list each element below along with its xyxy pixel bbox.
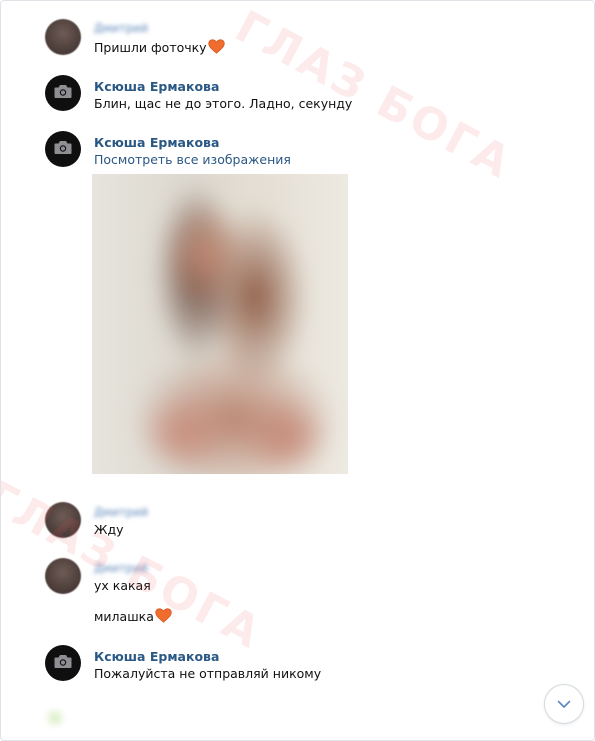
photo-attachment[interactable] — [92, 174, 348, 474]
message-text: Блин, щас не до этого. Ладно, секунду — [94, 96, 353, 111]
heart-icon — [155, 608, 172, 626]
message-author[interactable]: Дмитрий — [94, 561, 148, 575]
avatar[interactable] — [45, 502, 81, 538]
avatar[interactable] — [45, 19, 81, 55]
view-all-images-link[interactable]: Посмотреть все изображения — [94, 152, 291, 167]
decorative-blur — [43, 708, 67, 728]
message-text: Жду — [94, 522, 124, 537]
message-author[interactable]: Ксюша Ермакова — [94, 649, 219, 664]
camera-icon — [54, 140, 72, 158]
chevron-down-icon — [557, 697, 571, 712]
message-text: Пожалуйста не отправляй никому — [94, 666, 322, 681]
avatar[interactable] — [45, 75, 81, 111]
photo-image — [92, 174, 348, 474]
message-author[interactable]: Ксюша Ермакова — [94, 79, 219, 94]
message-text: Пришли фоточку — [94, 39, 225, 57]
scroll-down-button[interactable] — [544, 684, 584, 724]
avatar[interactable] — [45, 131, 81, 167]
message-author[interactable]: Дмитрий — [94, 505, 148, 519]
camera-icon — [54, 84, 72, 102]
message-text: ух какая — [94, 578, 151, 593]
avatar[interactable] — [45, 645, 81, 681]
chat-history: Дмитрий Пришли фоточку Ксюша Ермакова Бл… — [0, 0, 595, 741]
avatar[interactable] — [45, 558, 81, 594]
camera-icon — [54, 654, 72, 672]
heart-icon — [207, 39, 225, 57]
message-author[interactable]: Ксюша Ермакова — [94, 135, 219, 150]
message-text: милашка — [94, 608, 172, 626]
message-author[interactable]: Дмитрий — [94, 21, 148, 35]
